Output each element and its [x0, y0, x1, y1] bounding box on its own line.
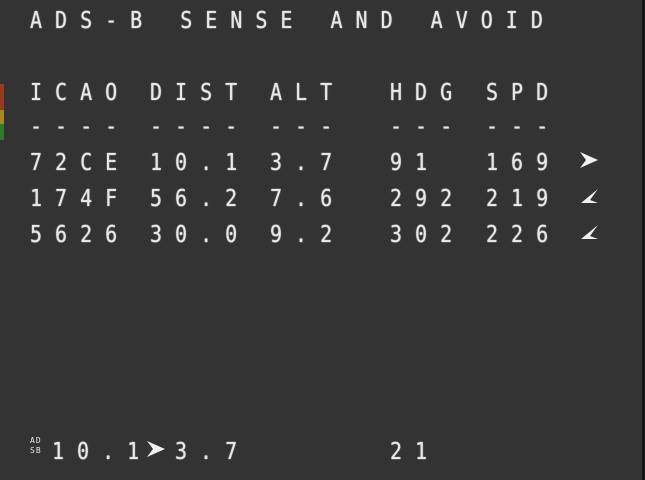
arrow-right-icon	[578, 150, 600, 170]
separator-dist: ----	[150, 112, 251, 140]
row-alt: 9.2	[270, 220, 346, 248]
separator-hdg: ---	[390, 112, 466, 140]
edge-color-strip-red	[0, 84, 4, 110]
separator-spd: ---	[486, 112, 562, 140]
separator-alt: ---	[270, 112, 346, 140]
footer-altitude: 3.7	[175, 437, 251, 465]
footer-value: 21	[390, 437, 441, 465]
row-icao: 72CE	[30, 148, 131, 176]
separator-icao: ----	[30, 112, 131, 140]
header-icao: ICAO	[30, 78, 131, 106]
arrow-up-left-icon	[578, 222, 600, 242]
row-dist: 10.1	[150, 148, 251, 176]
edge-color-strip-yellow	[0, 110, 4, 124]
row-alt: 3.7	[270, 148, 346, 176]
row-hdg: 302	[390, 220, 466, 248]
header-alt: ALT	[270, 78, 346, 106]
row-dist: 56.2	[150, 184, 251, 212]
arrow-up-left-icon	[578, 186, 600, 206]
screen-title: ADS-B SENSE AND AVOID	[30, 6, 556, 34]
footer-distance: 10.1	[52, 437, 153, 465]
row-icao: 5626	[30, 220, 131, 248]
footer-tag-bottom: SB	[30, 446, 42, 455]
row-hdg: 91	[390, 148, 441, 176]
header-hdg: HDG	[390, 78, 466, 106]
row-spd: 226	[486, 220, 562, 248]
header-dist: DIST	[150, 78, 251, 106]
footer-tag-top: AD	[30, 436, 42, 445]
row-alt: 7.6	[270, 184, 346, 212]
arrow-right-icon	[145, 439, 167, 459]
header-spd: SPD	[486, 78, 562, 106]
edge-color-strip-green	[0, 124, 4, 140]
row-hdg: 292	[390, 184, 466, 212]
row-spd: 219	[486, 184, 562, 212]
row-icao: 174F	[30, 184, 131, 212]
row-dist: 30.0	[150, 220, 251, 248]
row-spd: 169	[486, 148, 562, 176]
